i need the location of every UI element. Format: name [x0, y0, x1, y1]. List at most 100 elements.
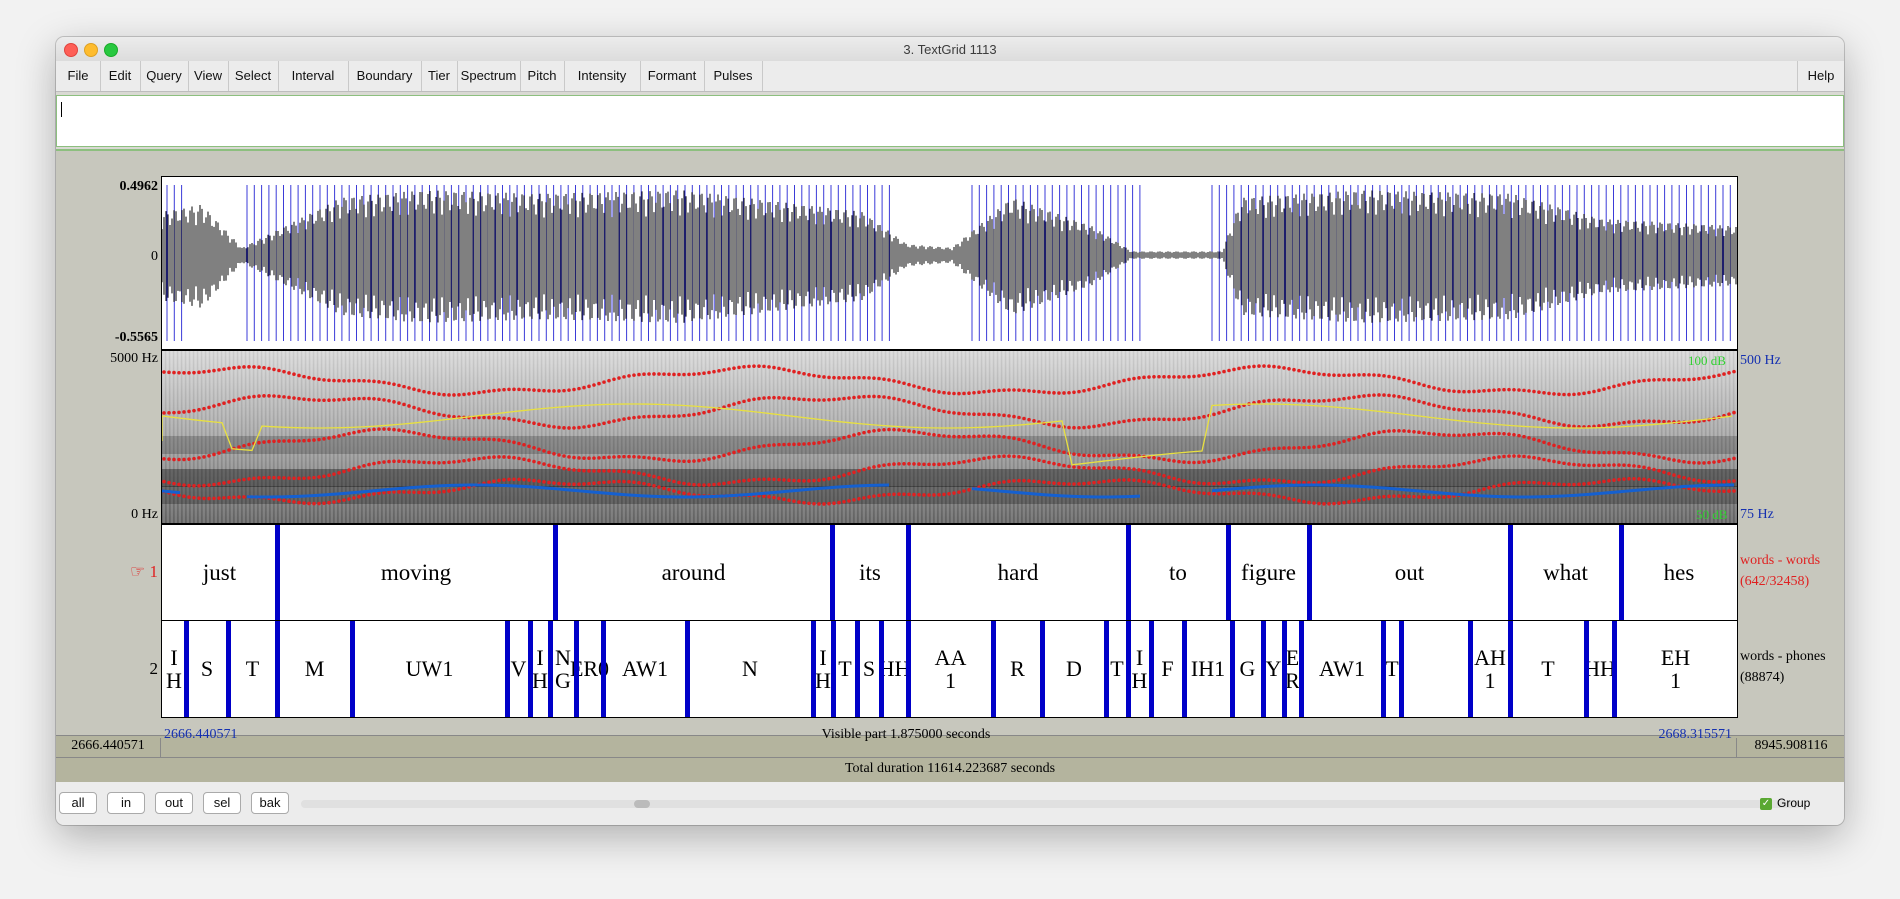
word-interval[interactable]: its: [832, 525, 908, 621]
interval-boundary[interactable]: [184, 621, 189, 717]
interval-boundary[interactable]: [991, 621, 996, 717]
group-checkbox[interactable]: ✓: [1760, 798, 1772, 810]
interval-boundary[interactable]: [1261, 621, 1266, 717]
menu-file[interactable]: File: [56, 61, 101, 91]
phone-interval[interactable]: D: [1042, 621, 1106, 717]
interval-boundary[interactable]: [1040, 621, 1045, 717]
menu-tier[interactable]: Tier: [421, 61, 458, 91]
phone-interval[interactable]: AA 1: [908, 621, 993, 717]
menu-help[interactable]: Help: [1797, 61, 1844, 91]
phone-interval[interactable]: HH: [1584, 621, 1616, 717]
word-interval[interactable]: to: [1128, 525, 1228, 621]
interval-boundary[interactable]: [831, 621, 836, 717]
interval-boundary[interactable]: [574, 621, 579, 717]
word-interval[interactable]: moving: [277, 525, 555, 621]
menu-pitch[interactable]: Pitch: [520, 61, 565, 91]
scrollbar-thumb[interactable]: [634, 800, 650, 808]
interval-boundary[interactable]: [830, 525, 835, 621]
interval-boundary[interactable]: [1226, 525, 1231, 621]
interval-boundary[interactable]: [1182, 621, 1187, 717]
menu-query[interactable]: Query: [140, 61, 189, 91]
interval-boundary[interactable]: [1126, 621, 1131, 717]
interval-boundary[interactable]: [879, 621, 884, 717]
menu-boundary[interactable]: Boundary: [348, 61, 422, 91]
interval-boundary[interactable]: [811, 621, 816, 717]
interval-text-field[interactable]: [56, 95, 1844, 147]
phone-interval[interactable]: M: [277, 621, 352, 717]
phone-interval[interactable]: N: [687, 621, 813, 717]
interval-boundary[interactable]: [548, 621, 553, 717]
phone-interval[interactable]: AW1: [603, 621, 687, 717]
interval-boundary[interactable]: [1612, 621, 1617, 717]
interval-boundary[interactable]: [1230, 621, 1235, 717]
tier-words[interactable]: just moving around its hard to figure out what he…: [161, 524, 1738, 622]
interval-boundary[interactable]: [226, 621, 231, 717]
interval-boundary[interactable]: [505, 621, 510, 717]
phone-interval[interactable]: Y: [1263, 621, 1284, 717]
phone-interval[interactable]: T: [833, 621, 857, 717]
interval-boundary[interactable]: [906, 525, 911, 621]
interval-boundary[interactable]: [553, 525, 558, 621]
interval-boundary[interactable]: [1399, 621, 1404, 717]
menu-spectrum[interactable]: Spectrum: [457, 61, 521, 91]
zoom-selection-button[interactable]: sel: [203, 792, 241, 814]
menu-formant[interactable]: Formant: [640, 61, 705, 91]
word-interval[interactable]: hes: [1621, 525, 1737, 621]
zoom-all-button[interactable]: all: [59, 792, 97, 814]
phone-interval[interactable]: T: [1510, 621, 1586, 717]
zoom-back-button[interactable]: bak: [251, 792, 289, 814]
horizontal-scrollbar[interactable]: [301, 800, 1801, 808]
phone-interval[interactable]: ER0: [570, 621, 609, 717]
tier-phones[interactable]: I H S T M UW1 V I HN G ER0 AW1 N I H T S HH AA 1RDTI H…: [161, 620, 1738, 718]
phone-interval[interactable]: EH 1: [1614, 621, 1737, 717]
phone-interval[interactable]: HH: [879, 621, 911, 717]
interval-boundary[interactable]: [1468, 621, 1473, 717]
phone-interval[interactable]: [1401, 621, 1470, 717]
phone-interval[interactable]: AH 1: [1470, 621, 1510, 717]
phone-interval[interactable]: I H: [530, 621, 550, 717]
word-interval[interactable]: figure: [1228, 525, 1309, 621]
word-interval[interactable]: just: [162, 525, 277, 621]
interval-boundary[interactable]: [601, 621, 606, 717]
visible-time-bar[interactable]: 2666.440571 2666.440571 Visible part 1.8…: [56, 727, 1844, 758]
waveform-view[interactable]: [161, 176, 1738, 350]
tier-2-number[interactable]: 2: [76, 659, 159, 679]
phone-interval[interactable]: S: [857, 621, 881, 717]
word-interval[interactable]: around: [555, 525, 832, 621]
menu-interval[interactable]: Interval: [278, 61, 349, 91]
interval-boundary[interactable]: [528, 621, 533, 717]
interval-boundary[interactable]: [906, 621, 911, 717]
interval-boundary[interactable]: [1584, 621, 1589, 717]
word-interval[interactable]: hard: [908, 525, 1128, 621]
total-duration-bar[interactable]: Total duration 11614.223687 seconds: [56, 757, 1844, 783]
phone-interval[interactable]: T: [228, 621, 277, 717]
interval-boundary[interactable]: [1508, 525, 1513, 621]
interval-boundary[interactable]: [1149, 621, 1154, 717]
phone-interval[interactable]: V: [507, 621, 530, 717]
phone-interval[interactable]: F: [1151, 621, 1184, 717]
interval-boundary[interactable]: [1299, 621, 1304, 717]
interval-boundary[interactable]: [1282, 621, 1287, 717]
tier-1-number[interactable]: ☞ 1: [76, 562, 158, 582]
title-bar[interactable]: 3. TextGrid 1113: [56, 37, 1844, 62]
menu-view[interactable]: View: [188, 61, 229, 91]
menu-select[interactable]: Select: [228, 61, 279, 91]
interval-boundary[interactable]: [1126, 525, 1131, 621]
word-interval[interactable]: out: [1309, 525, 1510, 621]
menu-edit[interactable]: Edit: [100, 61, 141, 91]
interval-boundary[interactable]: [350, 621, 355, 717]
interval-boundary[interactable]: [275, 621, 280, 717]
interval-boundary[interactable]: [275, 525, 280, 621]
phone-interval[interactable]: T: [1106, 621, 1128, 717]
spectrogram-view[interactable]: [161, 350, 1738, 524]
phone-interval[interactable]: R: [993, 621, 1042, 717]
phone-interval[interactable]: I H: [813, 621, 833, 717]
menu-intensity[interactable]: Intensity: [564, 61, 641, 91]
phone-interval[interactable]: AW1: [1301, 621, 1383, 717]
word-interval[interactable]: what: [1510, 525, 1621, 621]
interval-boundary[interactable]: [1381, 621, 1386, 717]
zoom-out-button[interactable]: out: [155, 792, 193, 814]
interval-boundary[interactable]: [1104, 621, 1109, 717]
phone-interval[interactable]: G: [1232, 621, 1263, 717]
phone-interval[interactable]: I H: [162, 621, 186, 717]
